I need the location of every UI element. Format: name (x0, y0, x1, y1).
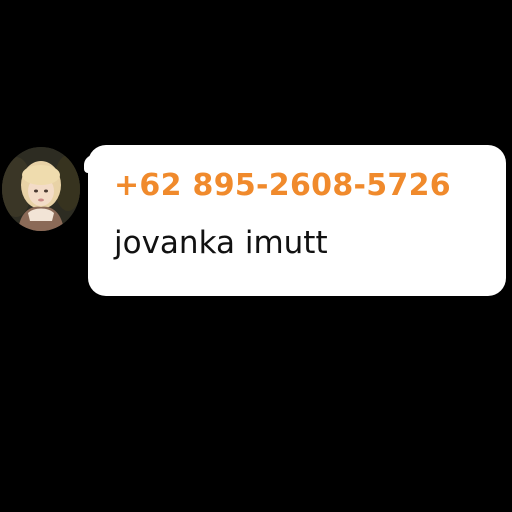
profile-photo-icon (2, 147, 80, 231)
sender-name[interactable]: +62 895-2608-5726 (114, 164, 451, 208)
message-text: jovanka imutt (114, 225, 328, 261)
avatar[interactable] (2, 147, 80, 231)
sticker-canvas: +62 895-2608-5726 jovanka imutt (0, 0, 512, 512)
